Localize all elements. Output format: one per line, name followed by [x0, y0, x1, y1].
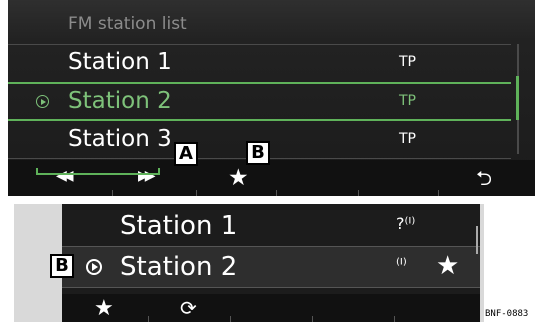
- station-list-screen: FM station list Station 1 TP Station 2 T…: [8, 0, 535, 196]
- station-row-2[interactable]: Station 2 ⁽ᴵ⁾ ★: [62, 246, 480, 288]
- toolbar-divider: [312, 316, 313, 322]
- figure-code: BNF-0883: [485, 309, 529, 319]
- play-icon: [36, 95, 49, 108]
- signal-icon: ⁽ᴵ⁾: [396, 255, 407, 274]
- callout-a: A: [174, 142, 198, 166]
- callout-b: B: [246, 141, 270, 165]
- tp-indicator: TP: [399, 131, 416, 147]
- tp-indicator: TP: [399, 54, 416, 70]
- station-name: Station 1: [120, 211, 238, 241]
- page-title: FM station list: [68, 14, 187, 34]
- toolbar-divider: [148, 316, 149, 322]
- signal-icon: ?⁽ᴵ⁾: [396, 214, 416, 233]
- toolbar: [8, 160, 535, 196]
- refresh-icon[interactable]: ⟳: [180, 296, 197, 320]
- tp-indicator: TP: [399, 93, 416, 109]
- scrollbar-thumb[interactable]: [516, 76, 519, 120]
- toolbar-divider: [394, 316, 395, 322]
- station-row-1[interactable]: Station 1 TP: [8, 44, 513, 82]
- play-icon: [86, 259, 102, 275]
- station-row-2[interactable]: Station 2 TP: [8, 83, 513, 121]
- toolbar: [62, 294, 480, 322]
- station-name: Station 2: [120, 252, 238, 282]
- scrollbar: [476, 226, 478, 254]
- star-icon[interactable]: ★: [436, 251, 459, 281]
- station-name: Station 1: [68, 49, 172, 75]
- station-name: Station 2: [68, 88, 172, 114]
- star-icon[interactable]: ★: [94, 296, 114, 321]
- star-icon[interactable]: ★: [228, 165, 249, 191]
- station-name: Station 3: [68, 126, 172, 152]
- toolbar-divider: [230, 316, 231, 322]
- callout-a-bracket: [36, 168, 160, 175]
- station-row-1[interactable]: Station 1 ?⁽ᴵ⁾: [62, 206, 480, 246]
- favorites-screen: Station 1 ?⁽ᴵ⁾ Station 2 ⁽ᴵ⁾ ★ ★ ⟳: [0, 196, 535, 322]
- callout-b: B: [50, 254, 74, 278]
- back-icon[interactable]: ⮌: [476, 164, 492, 196]
